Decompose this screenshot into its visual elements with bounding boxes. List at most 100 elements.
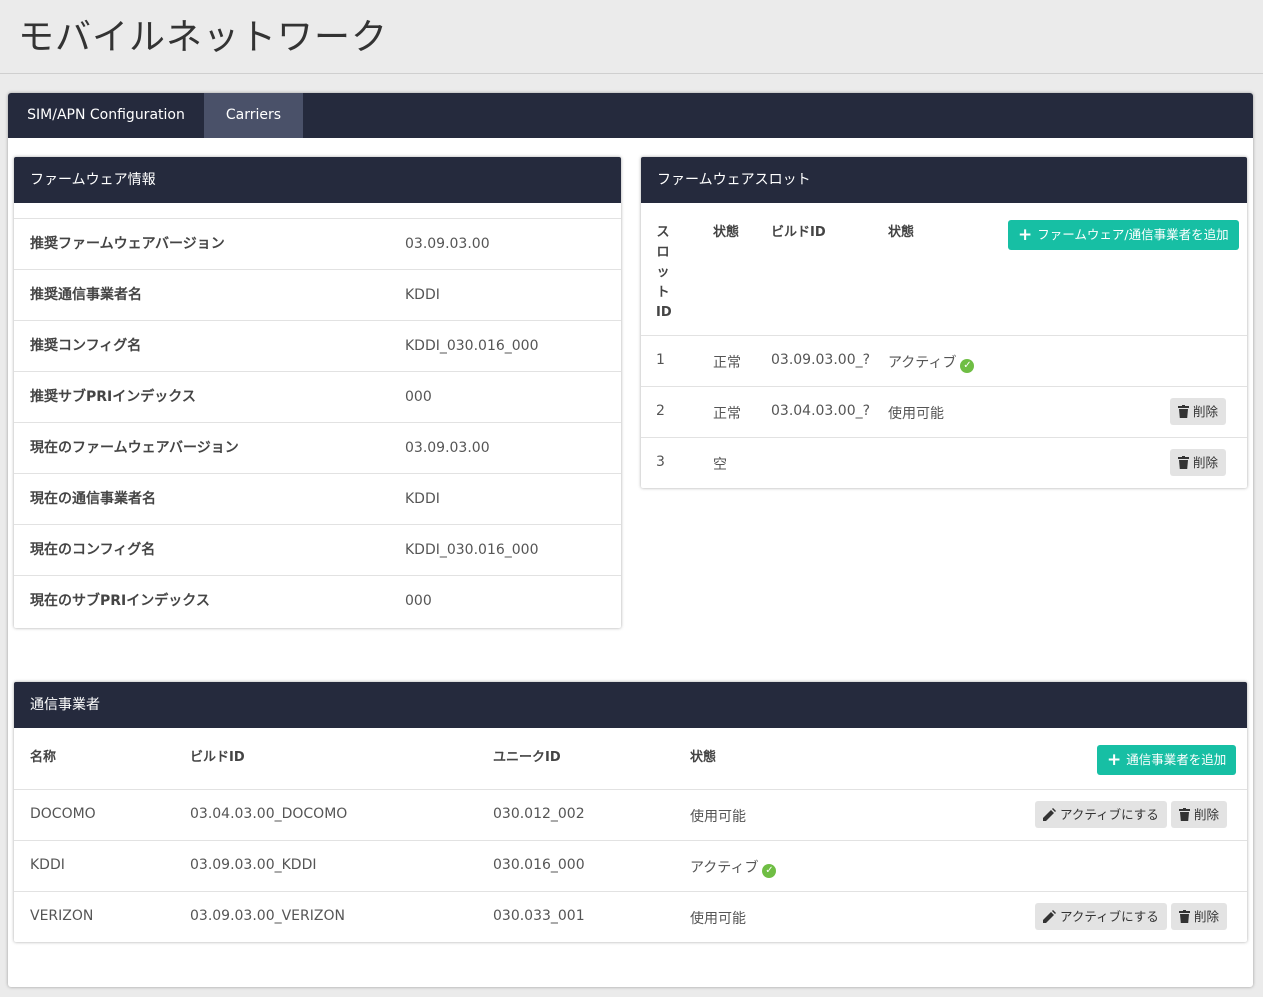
trash-icon bbox=[1178, 405, 1189, 418]
info-value: 000 bbox=[405, 389, 432, 405]
carrier-status: 使用可能 bbox=[690, 911, 746, 927]
tab-bar: SIM/APN Configuration Carriers bbox=[8, 93, 1253, 138]
info-label: 現在のファームウェアバージョン bbox=[30, 440, 239, 456]
pencil-icon bbox=[1043, 808, 1056, 821]
info-value: KDDI_030.016_000 bbox=[405, 542, 539, 558]
carrier-unique-id: 030.016_000 bbox=[493, 857, 585, 873]
info-label: 現在のコンフィグ名 bbox=[30, 542, 156, 558]
add-firmware-carrier-label: ファームウェア/通信事業者を追加 bbox=[1037, 227, 1229, 242]
carrier-build: 03.04.03.00_DOCOMO bbox=[190, 806, 348, 822]
info-value: 03.09.03.00 bbox=[405, 440, 490, 456]
trash-icon bbox=[1179, 808, 1190, 821]
activate-label: アクティブにする bbox=[1060, 807, 1159, 822]
status-header: 状態 bbox=[690, 750, 717, 765]
delete-button[interactable]: 削除 bbox=[1171, 903, 1228, 930]
carrier-build: 03.09.03.00_VERIZON bbox=[190, 908, 345, 924]
build-id-header: ビルドID bbox=[190, 750, 245, 765]
slot-id-header: スロット ID bbox=[656, 225, 672, 320]
slot-status-label: アクティブ bbox=[888, 355, 957, 371]
unique-id-header: ユニークID bbox=[493, 750, 561, 765]
info-row: 推奨サブPRIインデックス 000 bbox=[14, 371, 621, 422]
carrier-name: DOCOMO bbox=[30, 806, 96, 822]
add-firmware-carrier-button[interactable]: + ファームウェア/通信事業者を追加 bbox=[1008, 220, 1239, 250]
plus-icon: + bbox=[1107, 750, 1122, 770]
delete-button[interactable]: 削除 bbox=[1170, 449, 1227, 476]
activate-button[interactable]: アクティブにする bbox=[1035, 801, 1167, 828]
carrier-unique-id: 030.012_002 bbox=[493, 806, 585, 822]
row-divider bbox=[14, 789, 1247, 790]
check-circle-icon: ✓ bbox=[762, 864, 777, 878]
build-id-header: ビルドID bbox=[771, 225, 826, 240]
carrier-status: アクティブ ✓ bbox=[690, 857, 777, 878]
firmware-slots-panel: ファームウェアスロット スロット ID 状態 ビルドID 状態 + ファームウェア/… bbox=[641, 157, 1247, 488]
delete-button[interactable]: 削除 bbox=[1171, 801, 1228, 828]
firmware-info-title: ファームウェア情報 bbox=[14, 157, 621, 203]
carrier-status-label: アクティブ bbox=[690, 860, 759, 876]
row-divider bbox=[14, 840, 1247, 841]
row-divider bbox=[641, 335, 1247, 336]
delete-label: 削除 bbox=[1194, 807, 1220, 822]
carriers-panel: 通信事業者 名称 ビルドID ユニークID 状態 + 通信事業者を追加 DOCOM… bbox=[14, 682, 1247, 942]
delete-label: 削除 bbox=[1193, 404, 1219, 419]
info-label: 推奨サブPRIインデックス bbox=[30, 389, 196, 405]
carrier-name: VERIZON bbox=[30, 908, 94, 924]
info-label: 現在のサブPRIインデックス bbox=[30, 593, 210, 609]
slot-build: 03.04.03.00_? bbox=[771, 403, 871, 419]
info-row: 推奨通信事業者名 KDDI bbox=[14, 269, 621, 320]
slot-id: 1 bbox=[656, 352, 665, 368]
info-value: 03.09.03.00 bbox=[405, 236, 490, 252]
add-carrier-button[interactable]: + 通信事業者を追加 bbox=[1097, 745, 1237, 775]
slot-build: 03.09.03.00_? bbox=[771, 352, 871, 368]
tab-carriers[interactable]: Carriers bbox=[204, 93, 303, 138]
slot-status: アクティブ ✓ bbox=[888, 352, 975, 373]
check-circle-icon: ✓ bbox=[960, 359, 975, 373]
page-title: モバイルネットワーク bbox=[18, 17, 389, 58]
carrier-build: 03.09.03.00_KDDI bbox=[190, 857, 317, 873]
delete-label: 削除 bbox=[1194, 909, 1220, 924]
info-value: 000 bbox=[405, 593, 432, 609]
info-row: 現在のコンフィグ名 KDDI_030.016_000 bbox=[14, 524, 621, 575]
carriers-title: 通信事業者 bbox=[14, 682, 1247, 728]
firmware-info-panel: ファームウェア情報 推奨ファームウェアバージョン 03.09.03.00 推奨通信… bbox=[14, 157, 621, 628]
page-header: モバイルネットワーク bbox=[0, 0, 1263, 74]
info-row: 推奨コンフィグ名 KDDI_030.016_000 bbox=[14, 320, 621, 371]
status-header: 状態 bbox=[888, 225, 915, 240]
plus-icon: + bbox=[1018, 225, 1033, 245]
info-label: 推奨コンフィグ名 bbox=[30, 338, 142, 354]
info-label: 推奨通信事業者名 bbox=[30, 287, 142, 303]
trash-icon bbox=[1178, 456, 1189, 469]
info-row: 推奨ファームウェアバージョン 03.09.03.00 bbox=[14, 218, 621, 269]
slot-id: 2 bbox=[656, 403, 665, 419]
slot-state: 空 bbox=[713, 457, 727, 473]
info-row: 現在のファームウェアバージョン 03.09.03.00 bbox=[14, 422, 621, 473]
slot-status: 使用可能 bbox=[888, 406, 944, 422]
info-label: 推奨ファームウェアバージョン bbox=[30, 236, 225, 252]
info-value: KDDI bbox=[405, 491, 440, 507]
state-header: 状態 bbox=[713, 225, 740, 240]
info-row: 現在のサブPRIインデックス 000 bbox=[14, 575, 621, 626]
activate-label: アクティブにする bbox=[1060, 909, 1159, 924]
info-row: 現在の通信事業者名 KDDI bbox=[14, 473, 621, 524]
tab-sim-apn-configuration[interactable]: SIM/APN Configuration bbox=[8, 93, 204, 138]
trash-icon bbox=[1179, 910, 1190, 923]
add-carrier-label: 通信事業者を追加 bbox=[1126, 752, 1227, 767]
carrier-status: 使用可能 bbox=[690, 809, 746, 825]
slot-state: 正常 bbox=[713, 355, 741, 371]
activate-button[interactable]: アクティブにする bbox=[1035, 903, 1167, 930]
info-value: KDDI_030.016_000 bbox=[405, 338, 539, 354]
slot-state: 正常 bbox=[713, 406, 741, 422]
carrier-name: KDDI bbox=[30, 857, 65, 873]
info-value: KDDI bbox=[405, 287, 440, 303]
row-divider bbox=[641, 437, 1247, 438]
carrier-unique-id: 030.033_001 bbox=[493, 908, 585, 924]
info-label: 現在の通信事業者名 bbox=[30, 491, 156, 507]
pencil-icon bbox=[1043, 910, 1056, 923]
slot-id: 3 bbox=[656, 454, 665, 470]
delete-button[interactable]: 削除 bbox=[1170, 398, 1227, 425]
row-divider bbox=[14, 891, 1247, 892]
firmware-slots-title: ファームウェアスロット bbox=[641, 157, 1247, 203]
delete-label: 削除 bbox=[1193, 455, 1219, 470]
main-card: SIM/APN Configuration Carriers ファームウェア情報… bbox=[8, 93, 1253, 987]
row-divider bbox=[641, 386, 1247, 387]
name-header: 名称 bbox=[30, 750, 57, 765]
